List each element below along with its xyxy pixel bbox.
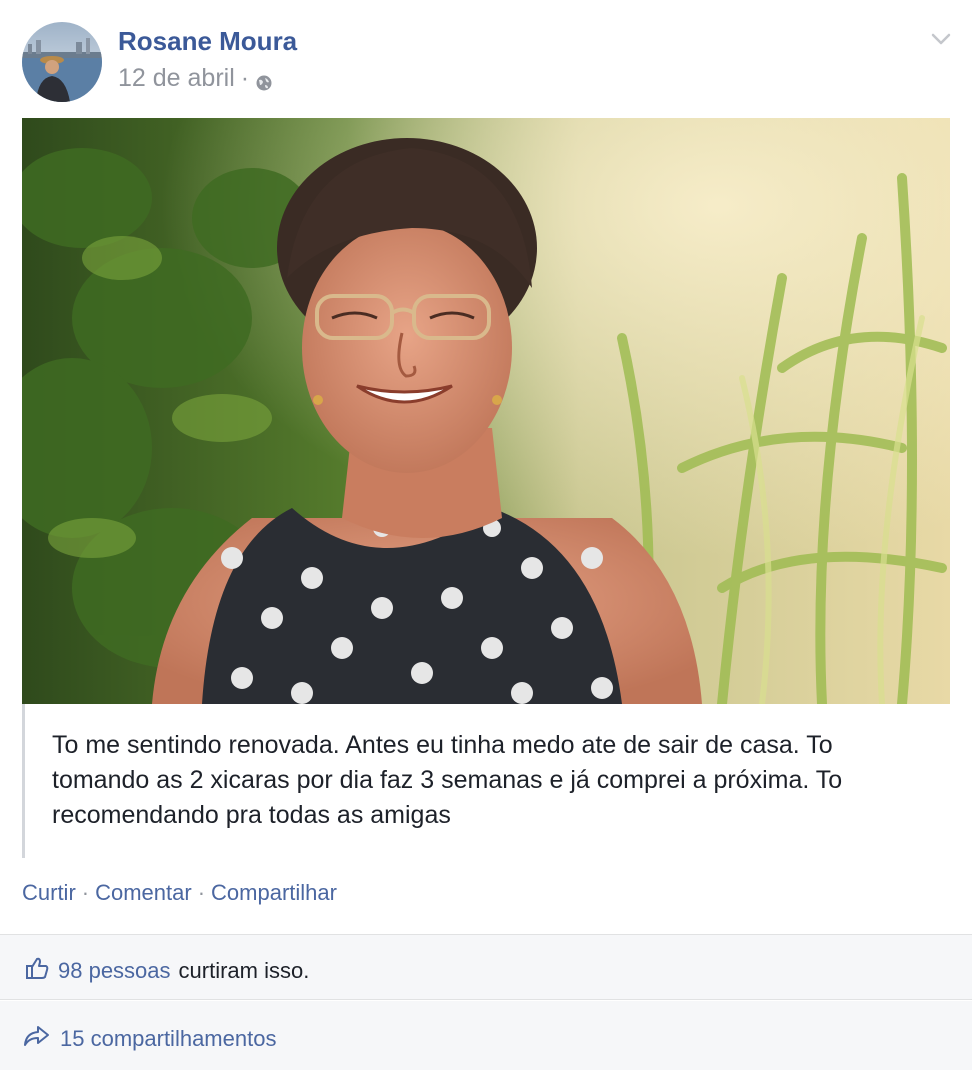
- chevron-down-icon[interactable]: [930, 28, 952, 50]
- author-name[interactable]: Rosane Moura: [118, 26, 297, 57]
- post-date[interactable]: 12 de abril: [118, 64, 235, 93]
- post-header: Rosane Moura 12 de abril ·: [22, 22, 952, 102]
- post-actions: Curtir · Comentar · Compartilhar: [22, 880, 337, 906]
- shares-summary: 15 compartilhamentos: [0, 1001, 972, 1070]
- globe-icon[interactable]: [255, 70, 273, 90]
- comment-link[interactable]: Comentar: [95, 880, 192, 906]
- post-photo[interactable]: [22, 118, 950, 704]
- likes-count-link[interactable]: 98 pessoas: [58, 958, 171, 984]
- share-arrow-icon: [22, 1023, 50, 1055]
- post-text: To me sentindo renovada. Antes eu tinha …: [52, 731, 843, 829]
- action-separator: ·: [81, 880, 90, 905]
- action-separator: ·: [197, 880, 206, 905]
- like-link[interactable]: Curtir: [22, 880, 76, 906]
- avatar[interactable]: [22, 22, 102, 102]
- shares-count-link[interactable]: 15 compartilhamentos: [60, 1026, 276, 1052]
- post-meta: 12 de abril ·: [118, 64, 273, 93]
- likes-suffix: curtiram isso.: [178, 958, 310, 983]
- likes-summary: 98 pessoas curtiram isso.: [0, 934, 972, 1000]
- facebook-post: Rosane Moura 12 de abril · To me sentind…: [0, 0, 972, 1070]
- meta-separator: ·: [240, 64, 250, 92]
- thumbs-up-icon: [24, 955, 50, 987]
- post-quote: To me sentindo renovada. Antes eu tinha …: [22, 704, 950, 858]
- share-link[interactable]: Compartilhar: [211, 880, 337, 906]
- avatar-image: [22, 22, 102, 102]
- photo-illustration: [22, 118, 950, 704]
